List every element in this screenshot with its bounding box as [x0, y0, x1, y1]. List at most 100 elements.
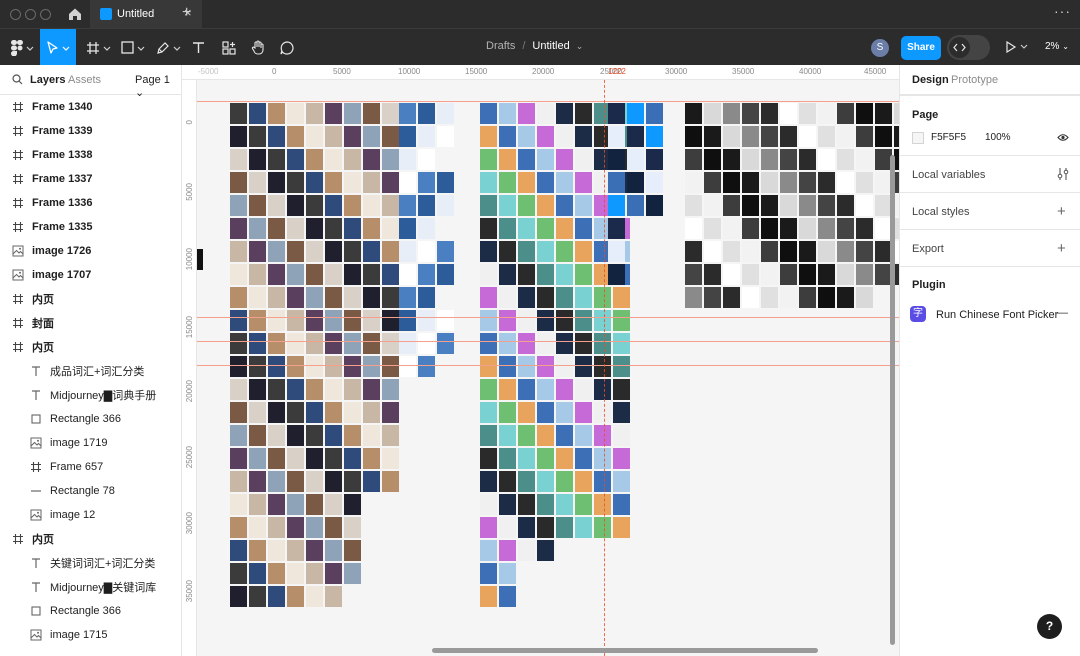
- layer-label: Rectangle 366: [50, 413, 121, 425]
- canvas-frame-thumbnail: [268, 264, 285, 285]
- frame-tool-button[interactable]: [82, 29, 114, 66]
- main-menu-button[interactable]: [6, 29, 38, 66]
- horizontal-ruler[interactable]: -5000 0 5000 10000 15000 20000 25000 30000 35000…: [182, 65, 899, 80]
- canvas-frame-thumbnail: [287, 126, 304, 147]
- layer-item[interactable]: Frame 1338: [0, 143, 181, 167]
- shape-tool-button[interactable]: [117, 29, 149, 66]
- layer-item[interactable]: image 1715: [0, 623, 181, 647]
- dev-mode-toggle[interactable]: [947, 35, 990, 60]
- canvas-frame-thumbnail: [780, 103, 797, 124]
- canvas-frame-thumbnail: [306, 586, 323, 607]
- canvas-frame-thumbnail: [249, 425, 266, 446]
- page-color-hex[interactable]: F5F5F5: [931, 132, 966, 143]
- canvas-frame-thumbnail: [685, 241, 702, 262]
- pen-tool-button[interactable]: [152, 29, 184, 66]
- layer-item[interactable]: Frame 1339: [0, 119, 181, 143]
- vertical-scrollbar[interactable]: [890, 155, 895, 645]
- canvas-frame-thumbnail: [556, 402, 573, 423]
- remove-plugin-icon[interactable]: —: [1057, 307, 1068, 319]
- comment-tool-button[interactable]: [276, 29, 298, 66]
- move-tool-button[interactable]: [40, 29, 76, 66]
- vertical-ruler[interactable]: 0 5000 10000 15000 20000 25000 30000 35000: [182, 80, 197, 656]
- canvas-frame-thumbnail: [575, 126, 592, 147]
- add-export-icon[interactable]: +: [1057, 241, 1066, 256]
- help-button[interactable]: ?: [1037, 614, 1062, 639]
- zoom-level[interactable]: 2% ⌄: [1045, 41, 1069, 52]
- canvas-frame-thumbnail: [325, 310, 342, 331]
- page-opacity[interactable]: 100%: [985, 132, 1011, 143]
- canvas-frame-thumbnail: [518, 356, 535, 377]
- present-play-icon[interactable]: [1005, 41, 1029, 53]
- add-style-icon[interactable]: +: [1057, 204, 1066, 219]
- layer-item[interactable]: Rectangle 78: [0, 479, 181, 503]
- tab-design[interactable]: Design: [912, 74, 949, 86]
- layer-item[interactable]: 成品词汇+词汇分类: [0, 359, 181, 383]
- eye-icon[interactable]: [1057, 133, 1069, 142]
- canvas-frame-thumbnail: [685, 126, 702, 147]
- layer-item[interactable]: Midjourney▇词典手册: [0, 383, 181, 407]
- layer-item[interactable]: Frame 1340: [0, 95, 181, 119]
- breadcrumb-drafts[interactable]: Drafts: [486, 40, 515, 52]
- frame-icon: [12, 197, 24, 209]
- layer-item[interactable]: Frame 657: [0, 455, 181, 479]
- layer-item[interactable]: 内页: [0, 287, 181, 311]
- canvas-frame-thumbnail: [287, 448, 304, 469]
- layer-item[interactable]: image 1707: [0, 263, 181, 287]
- layer-item[interactable]: 封面: [0, 311, 181, 335]
- chevron-down-icon[interactable]: ⌄: [576, 41, 584, 51]
- new-tab-button[interactable]: +: [182, 4, 191, 22]
- layer-item[interactable]: Rectangle 366: [0, 407, 181, 431]
- canvas-frame-thumbnail: [480, 425, 497, 446]
- canvas-frame-thumbnail: [537, 310, 554, 331]
- layer-item[interactable]: 关键词词汇+词汇分类: [0, 551, 181, 575]
- tab-assets[interactable]: Assets: [68, 74, 101, 86]
- canvas-frame-thumbnail: [499, 448, 516, 469]
- layer-label: Frame 1336: [32, 197, 93, 209]
- tab-layers[interactable]: Layers: [30, 74, 65, 86]
- layer-item[interactable]: Frame 1335: [0, 215, 181, 239]
- close-window-button[interactable]: [10, 9, 21, 20]
- layer-item[interactable]: Frame 1336: [0, 191, 181, 215]
- layer-item[interactable]: image 1726: [0, 239, 181, 263]
- layer-item[interactable]: image 1719: [0, 431, 181, 455]
- canvas-frame-thumbnail: [704, 241, 721, 262]
- canvas-frame-thumbnail: [537, 425, 554, 446]
- canvas-frame-thumbnail: [594, 517, 611, 538]
- canvas-frame-thumbnail: [418, 218, 435, 239]
- layer-item[interactable]: 内页: [0, 527, 181, 551]
- more-menu-button[interactable]: ···: [1054, 3, 1071, 19]
- canvas[interactable]: -5000 0 5000 10000 15000 20000 25000 30000 35000…: [182, 65, 899, 656]
- variables-sliders-icon[interactable]: [1057, 167, 1069, 181]
- maximize-window-button[interactable]: [40, 9, 51, 20]
- canvas-frame-thumbnail: [537, 172, 554, 193]
- share-button[interactable]: Share: [901, 36, 941, 60]
- home-icon[interactable]: [67, 6, 83, 22]
- canvas-frame-thumbnail: [575, 379, 592, 400]
- minimize-window-button[interactable]: [25, 9, 36, 20]
- plugin-run-chinese-font-picker[interactable]: Run Chinese Font Picker: [936, 309, 1058, 321]
- image-icon: [30, 509, 42, 521]
- canvas-frame-thumbnail: [537, 103, 554, 124]
- text-tool-button[interactable]: [187, 29, 209, 66]
- layer-item[interactable]: Frame 1337: [0, 167, 181, 191]
- resources-tool-button[interactable]: [218, 29, 240, 66]
- layer-item[interactable]: Rectangle 366: [0, 599, 181, 623]
- layer-item[interactable]: Midjourney▇关键词库: [0, 575, 181, 599]
- canvas-frame-thumbnail: [344, 379, 361, 400]
- layer-item[interactable]: image 12: [0, 503, 181, 527]
- canvas-frame-thumbnail: [837, 149, 854, 170]
- chevron-down-icon: [137, 46, 145, 51]
- horizontal-scrollbar[interactable]: [432, 648, 818, 653]
- tab-prototype[interactable]: Prototype: [951, 74, 998, 86]
- hand-tool-button[interactable]: [247, 29, 269, 66]
- layer-item[interactable]: 内页: [0, 335, 181, 359]
- page-color-swatch[interactable]: [912, 132, 924, 144]
- canvas-frame-thumbnail: [537, 241, 554, 262]
- user-avatar[interactable]: S: [871, 39, 889, 57]
- breadcrumb-file-name[interactable]: Untitled: [532, 40, 569, 52]
- canvas-frame-thumbnail: [344, 471, 361, 492]
- search-icon[interactable]: [12, 74, 23, 85]
- ruler-x-tick: 20000: [532, 67, 555, 76]
- local-variables-label[interactable]: Local variables: [912, 169, 985, 181]
- canvas-frame-thumbnail: [363, 264, 380, 285]
